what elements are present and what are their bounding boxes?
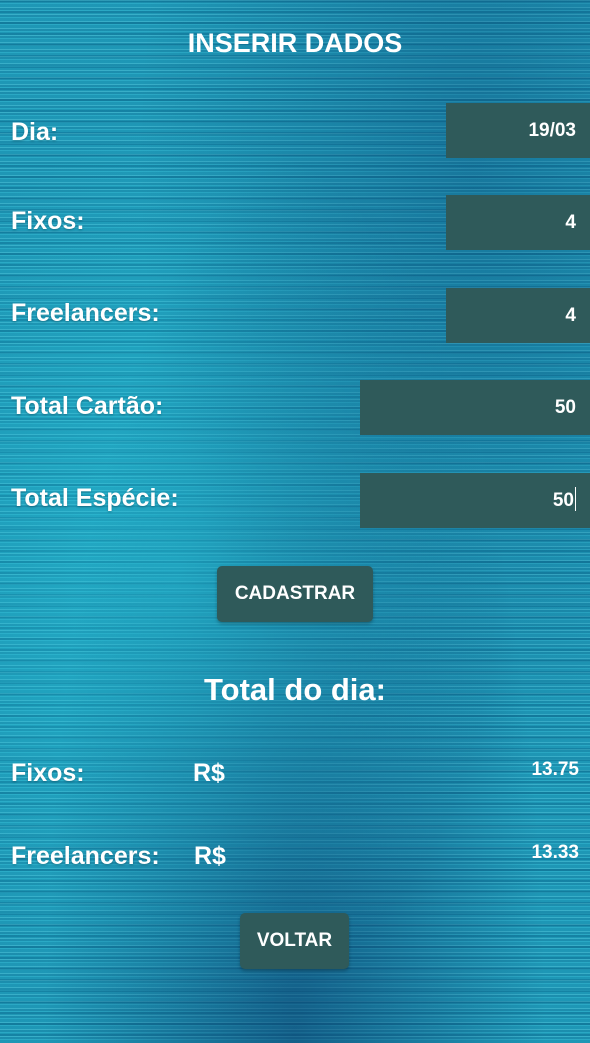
total-especie-field[interactable]: 50 [360,473,590,528]
total-cartao-field[interactable]: 50 [360,380,590,435]
freelancers-field-value: 4 [565,305,576,326]
cadastrar-button[interactable]: CADASTRAR [217,566,373,622]
fixos-field-value: 4 [565,212,576,233]
total-fixos-currency: R$ [193,759,225,787]
dia-field[interactable]: 19/03 [446,103,590,158]
total-do-dia-title: Total do dia: [204,672,386,707]
total-fixos-label: Fixos: [11,759,85,787]
dia-field-value: 19/03 [528,120,576,141]
total-freelancers-amount: 13.33 [531,842,579,863]
dia-label: Dia: [11,118,59,146]
total-fixos-amount: 13.75 [531,759,579,780]
total-especie-label: Total Espécie: [11,484,179,512]
total-especie-field-value: 50 [552,490,574,511]
total-freelancers-currency: R$ [194,842,226,870]
text-caret [575,487,576,511]
total-cartao-field-value: 50 [554,397,576,418]
total-cartao-label: Total Cartão: [11,392,164,420]
fixos-label: Fixos: [11,207,85,235]
freelancers-field[interactable]: 4 [446,288,590,343]
freelancers-label: Freelancers: [11,299,160,327]
total-freelancers-label: Freelancers: [11,842,160,870]
page-title: INSERIR DADOS [187,28,403,58]
fixos-field[interactable]: 4 [446,195,590,250]
voltar-button[interactable]: VOLTAR [240,913,349,969]
